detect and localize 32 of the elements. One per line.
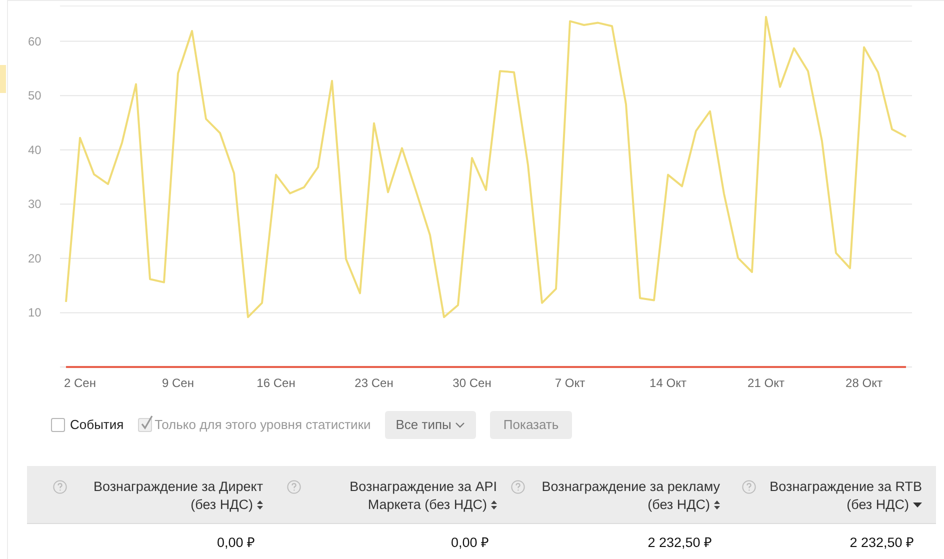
x-tick-label: 28 Окт — [846, 376, 882, 390]
column-header[interactable]: Вознаграждение за API Маркета (без НДС) — [307, 478, 497, 514]
x-tick-label: 21 Окт — [748, 376, 784, 390]
table-cell-text: 0,00 ₽ — [450, 534, 489, 552]
x-tick-label: 2 Сен — [64, 376, 96, 390]
types-dropdown[interactable]: Все типы — [384, 411, 476, 439]
x-tick-label: 7 Окт — [554, 376, 586, 390]
column-header[interactable]: Вознаграждение за рекламу (без НДС) — [531, 478, 720, 514]
help-icon[interactable] — [511, 480, 525, 494]
y-tick-label: 30 — [28, 197, 42, 212]
y-tick-label: 40 — [28, 142, 42, 157]
checkbox-label: Только для этого уровня статистики — [154, 416, 371, 434]
x-tick-label: 16 Сен — [256, 376, 296, 390]
column-header[interactable]: Вознаграждение за Директ (без НДС) — [73, 478, 263, 514]
checkbox-label: События — [70, 416, 124, 434]
y-tick-label: 10 — [28, 306, 42, 320]
table-cell-text: 2 232,50 ₽ — [648, 534, 712, 552]
help-icon[interactable] — [742, 480, 756, 494]
y-tick-label: 60 — [28, 34, 42, 48]
x-tick-label: 30 Сен — [452, 376, 492, 390]
x-tick-label: 23 Сен — [354, 376, 394, 390]
chevron-down-icon — [455, 422, 466, 428]
checkbox[interactable] — [51, 418, 65, 432]
help-icon[interactable] — [53, 480, 67, 494]
table-cell-text: 0,00 ₽ — [216, 534, 255, 552]
y-tick-label: 50 — [28, 88, 42, 103]
column-header[interactable]: Вознаграждение за RTB (без НДС) — [762, 478, 922, 514]
x-tick-label: 14 Окт — [650, 376, 686, 390]
table-cell-text: 2 232,50 ₽ — [850, 534, 914, 552]
y-tick-label: 20 — [28, 251, 42, 266]
help-icon[interactable] — [287, 480, 301, 494]
x-tick-label: 9 Сен — [162, 376, 194, 390]
